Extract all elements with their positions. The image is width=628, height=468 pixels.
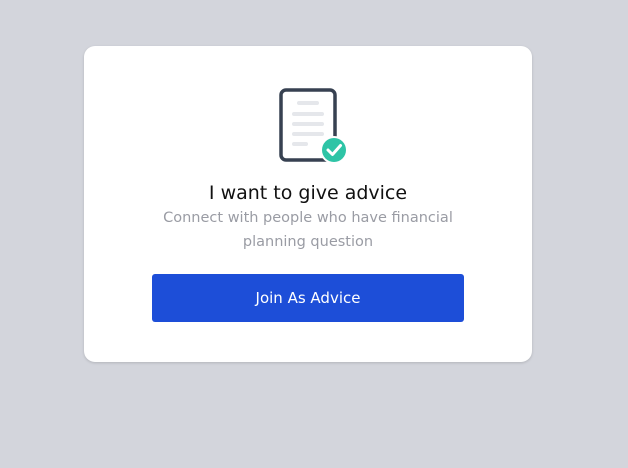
join-as-advice-button[interactable]: Join As Advice (152, 274, 464, 322)
advice-card: I want to give advice Connect with peopl… (84, 46, 532, 362)
document-check-icon (279, 88, 349, 164)
card-title: I want to give advice (208, 182, 408, 204)
card-description: Connect with people who have financial p… (163, 210, 453, 250)
